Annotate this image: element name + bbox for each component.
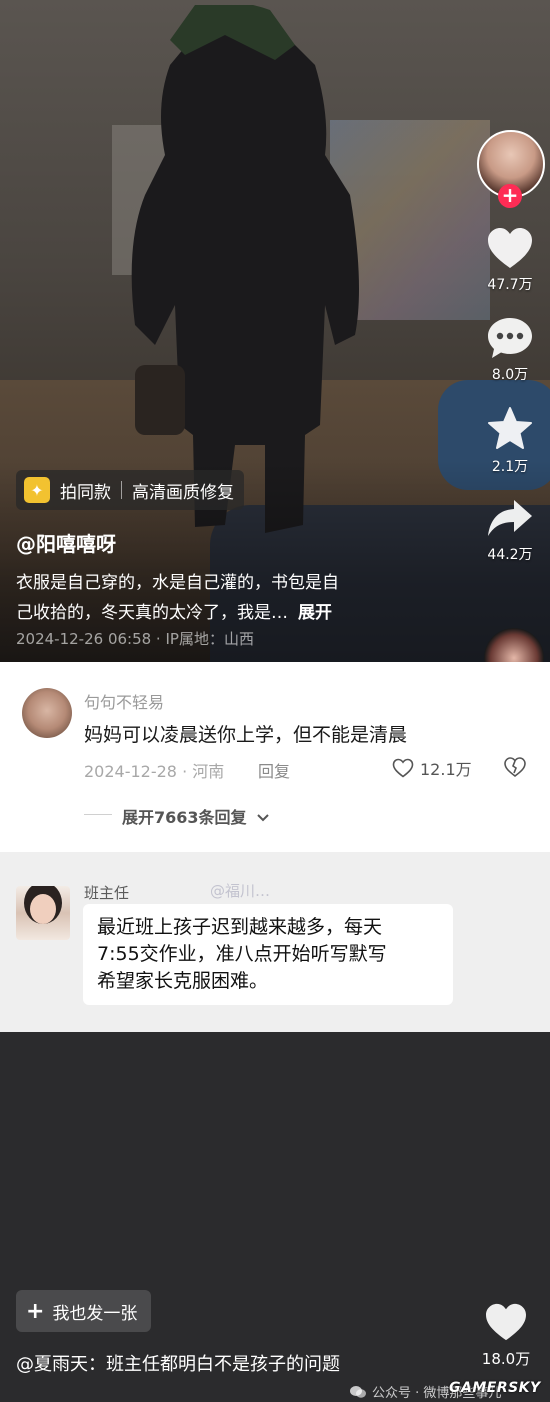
favorite-count: 2.1万 [491, 459, 529, 475]
comment-like-button[interactable]: 12.1万 [392, 756, 472, 780]
comment-meta: 2024-12-28 · 河南 [84, 762, 225, 781]
comment-item: 句句不轻易 妈妈可以凌晨送你上学，但不能是清晨 2024-12-28 · 河南 … [0, 662, 550, 852]
message-line-2: 7:55交作业，准八点开始听写默写 [97, 943, 387, 965]
image-post-area: + 我也发一张 @夏雨天：班主任都明白不是孩子的问题 18.0万 公众号 · 微… [0, 1032, 550, 1402]
heart-icon [486, 1303, 526, 1341]
share-count: 44.2万 [487, 547, 533, 563]
same-style-tag[interactable]: 拍同款 [60, 478, 111, 503]
teacher-name: 班主任 [84, 884, 130, 902]
tag-divider [121, 481, 122, 499]
heart-icon [488, 228, 532, 268]
expand-replies-button[interactable]: 展开7663条回复 [122, 804, 270, 828]
tag-row[interactable]: ✦ 拍同款 高清画质修复 [16, 470, 244, 510]
teacher-comment: 班主任 @福川… 最近班上孩子迟到越来越多，每天 7:55交作业，准八点开始听写… [0, 852, 550, 1032]
share-button[interactable]: 44.2万 [486, 498, 534, 564]
caption-line-1: 衣服是自己穿的，水是自己灌的，书包是自 [16, 573, 339, 593]
reply-button[interactable]: 回复 [258, 758, 290, 782]
comment-button[interactable]: 8.0万 [486, 316, 534, 384]
post-like-button[interactable]: 18.0万 [478, 1302, 534, 1369]
comment-count: 8.0万 [491, 367, 529, 383]
commenter-avatar[interactable] [22, 688, 72, 738]
video-meta: 2024-12-26 06:58 · IP属地：山西 [16, 630, 254, 648]
heart-outline-icon [392, 758, 414, 778]
expand-caption-button[interactable]: 展开 [298, 603, 332, 623]
caption-line-2: 己收拾的，冬天真的太冷了，我是… [16, 603, 288, 623]
replies-divider-line [84, 814, 112, 815]
chevron-down-icon [257, 814, 269, 822]
star-icon [488, 407, 532, 449]
comment-dislike-button[interactable] [503, 756, 527, 782]
teacher-avatar [16, 886, 70, 940]
teacher-avatar-face [30, 894, 56, 924]
video-caption: 衣服是自己穿的，水是自己灌的，书包是自 己收拾的，冬天真的太冷了，我是… 展开 [16, 568, 426, 628]
follow-plus-icon[interactable]: + [498, 184, 522, 208]
author-avatar-wrap: + [477, 130, 545, 208]
favorite-button[interactable]: 2.1万 [486, 406, 534, 476]
broken-heart-icon [504, 757, 526, 778]
author-name[interactable]: @阳嘻嘻呀 [16, 528, 116, 557]
child-silhouette [131, 5, 359, 533]
like-button[interactable]: 47.7万 [486, 226, 534, 294]
teacher-message-bubble: 最近班上孩子迟到越来越多，每天 7:55交作业，准八点开始听写默写 希望家长克服… [83, 904, 453, 1005]
hd-repair-tag[interactable]: 高清画质修复 [132, 478, 234, 503]
message-line-3: 希望家长克服困难。 [97, 970, 269, 992]
post-photo-button[interactable]: + 我也发一张 [16, 1290, 152, 1332]
expand-replies-label: 展开7663条回复 [122, 808, 247, 827]
post-photo-label: 我也发一张 [52, 1303, 138, 1324]
gamersky-watermark: GAMERSKY [449, 1380, 541, 1396]
share-arrow-icon [488, 500, 532, 536]
commenter-name[interactable]: 句句不轻易 [84, 689, 164, 713]
post-like-count: 18.0万 [481, 1350, 531, 1368]
comment-text: 妈妈可以凌晨送你上学，但不能是清晨 [84, 724, 408, 746]
sparkle-icon: ✦ [24, 477, 50, 503]
comment-like-count: 12.1万 [420, 760, 472, 779]
plus-icon: + [26, 1298, 45, 1324]
post-caption: @夏雨天：班主任都明白不是孩子的问题 [16, 1354, 340, 1375]
comment-bubble-icon [488, 318, 532, 358]
side-action-bar: + 47.7万 8.0万 2.1万 44.2万 [470, 130, 550, 586]
teacher-mention: @福川… [210, 882, 271, 900]
like-count: 47.7万 [487, 277, 533, 293]
video-player[interactable]: + 47.7万 8.0万 2.1万 44.2万 ✦ 拍同款 高清画质修复 @阳嘻… [0, 0, 550, 662]
wechat-icon [350, 1385, 366, 1398]
message-line-1: 最近班上孩子迟到越来越多，每天 [97, 916, 383, 938]
